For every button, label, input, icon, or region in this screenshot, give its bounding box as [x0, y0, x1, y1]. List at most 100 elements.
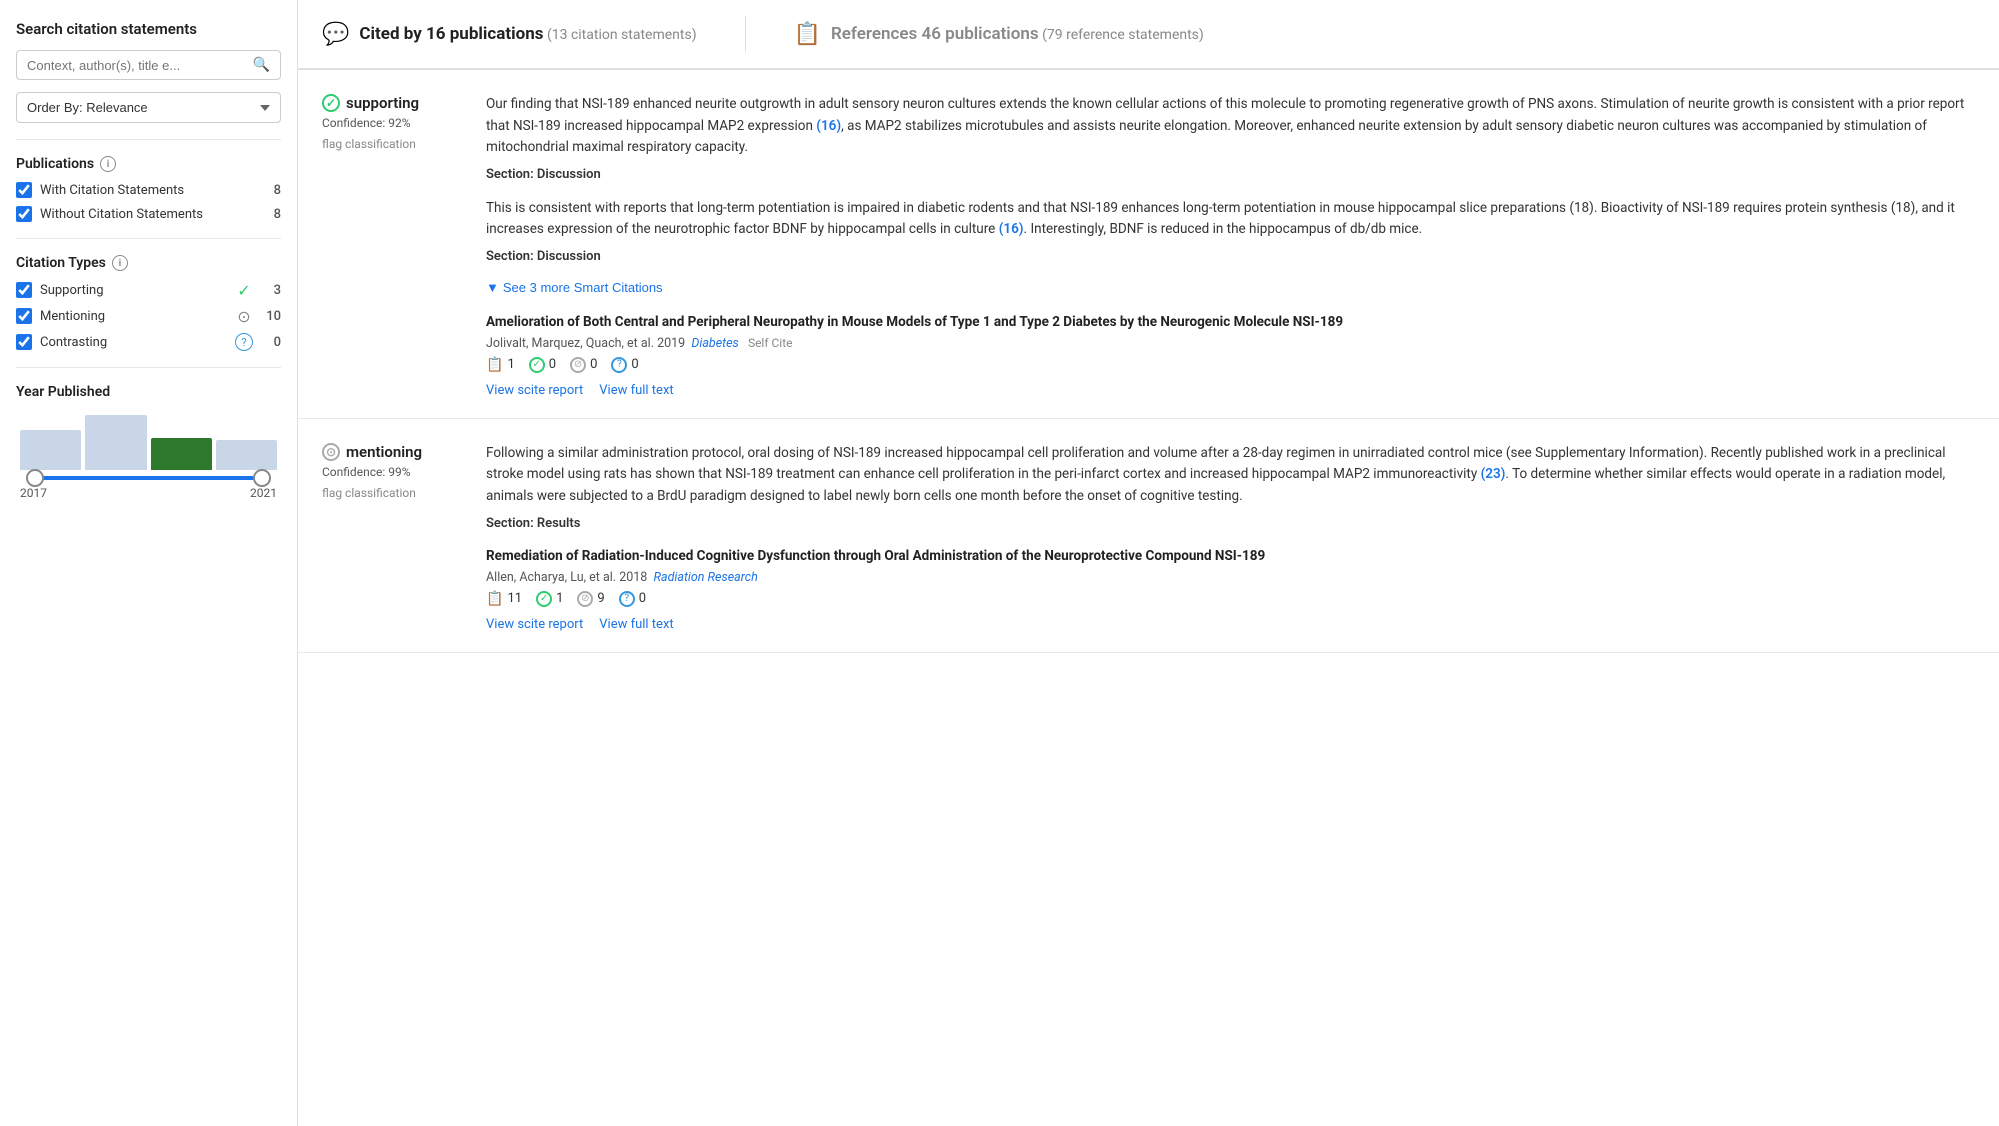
contrasting-count: 0 [261, 335, 281, 350]
stat-total-num-1: 1 [507, 357, 514, 372]
divider-1 [16, 139, 281, 140]
stat-check-icon-1: ✓ [529, 357, 545, 373]
stat-check-icon-2: ✓ [536, 591, 552, 607]
citation-link-23[interactable]: (23) [1481, 466, 1506, 482]
contrasting-label: Contrasting [40, 335, 227, 350]
stat-sup-num-1: 0 [549, 357, 556, 372]
flag-link-2[interactable]: flag classification [322, 486, 416, 500]
cited-by-icon: 💬 [322, 22, 349, 47]
action-links-1: View scite report View full text [486, 383, 1975, 398]
without-citation-checkbox[interactable] [16, 206, 32, 222]
year-bar [85, 415, 146, 470]
section-note-1b: Section: Discussion [486, 249, 1975, 264]
stat-row-2: 📋 11 ✓ 1 ⊘ 9 ? 0 [486, 591, 1975, 607]
card-text-2a: Following a similar administration proto… [486, 443, 1975, 508]
year-from: 2017 [20, 486, 47, 500]
stat-question-icon-1: ? [611, 357, 627, 373]
year-slider-right[interactable] [253, 469, 271, 487]
see-more-label: See 3 more Smart Citations [503, 280, 663, 295]
flag-link-1[interactable]: flag classification [322, 137, 416, 151]
year-bar [20, 430, 81, 470]
references-section[interactable]: 📋 References 46 publications (79 referen… [794, 22, 1204, 47]
search-box[interactable]: 🔍 [16, 50, 281, 80]
stat-con-num-2: 0 [639, 591, 646, 606]
stat-doc-icon-1: 📋 [486, 357, 503, 373]
supporting-type-icon-1: ✓ [322, 94, 340, 112]
order-by-select[interactable]: Order By: Relevance [16, 92, 281, 123]
pub-journal-1[interactable]: Diabetes [691, 336, 738, 351]
card-type-label-1: supporting [346, 94, 419, 112]
stat-doc-icon-2: 📋 [486, 591, 503, 607]
card-left-1: ✓ supporting Confidence: 92% flag classi… [322, 94, 462, 398]
pub-title-1: Amelioration of Both Central and Periphe… [486, 313, 1975, 332]
action-links-2: View scite report View full text [486, 617, 1975, 632]
stat-contrasting-1: ? 0 [611, 357, 638, 373]
search-icon: 🔍 [253, 57, 270, 73]
mentioning-row: Mentioning ⊙ 10 [16, 307, 281, 325]
stat-men-num-2: 9 [597, 591, 604, 606]
contrasting-checkbox[interactable] [16, 334, 32, 350]
contrasting-row: Contrasting ? 0 [16, 333, 281, 351]
card-right-2: Following a similar administration proto… [486, 443, 1975, 632]
publications-info-icon[interactable]: i [100, 156, 116, 172]
year-to: 2021 [250, 486, 277, 500]
view-scite-link-1[interactable]: View scite report [486, 383, 583, 398]
pub-authors-2: Allen, Acharya, Lu, et al. 2018 Radiatio… [486, 570, 1975, 585]
contrasting-icon: ? [235, 333, 253, 351]
without-citation-row: Without Citation Statements 8 [16, 206, 281, 222]
card-type-supporting-1: ✓ supporting [322, 94, 462, 112]
with-citation-count: 8 [274, 183, 281, 198]
card-confidence-2: Confidence: 99% [322, 465, 462, 479]
view-full-link-1[interactable]: View full text [599, 383, 673, 398]
year-slider-left[interactable] [26, 469, 44, 487]
card-right-1: Our finding that NSI-189 enhanced neurit… [486, 94, 1975, 398]
stat-contrasting-2: ? 0 [619, 591, 646, 607]
card-text-1b: This is consistent with reports that lon… [486, 198, 1975, 241]
year-bar [151, 438, 212, 470]
citation-link-16b[interactable]: (16) [999, 221, 1024, 237]
card-type-mentioning-2: ⊙ mentioning [322, 443, 462, 461]
card-type-label-2: mentioning [346, 443, 422, 461]
pub-block-2: Remediation of Radiation-Induced Cogniti… [486, 547, 1975, 632]
stat-mentioning-2: ⊘ 9 [577, 591, 604, 607]
main-header: 💬 Cited by 16 publications (13 citation … [298, 0, 1999, 70]
sidebar: Search citation statements 🔍 Order By: R… [0, 0, 298, 1126]
section-note-2: Section: Results [486, 516, 1975, 531]
cited-by-title: Cited by 16 publications [359, 24, 543, 44]
citation-types-info-icon[interactable]: i [112, 255, 128, 271]
view-scite-link-2[interactable]: View scite report [486, 617, 583, 632]
main-content: 💬 Cited by 16 publications (13 citation … [298, 0, 1999, 1126]
stat-total-1: 📋 1 [486, 357, 515, 373]
references-sub: (79 reference statements) [1042, 27, 1204, 43]
card-left-2: ⊙ mentioning Confidence: 99% flag classi… [322, 443, 462, 632]
view-full-link-2[interactable]: View full text [599, 617, 673, 632]
stat-row-1: 📋 1 ✓ 0 ⊘ 0 ? 0 [486, 357, 1975, 373]
card-text-1a: Our finding that NSI-189 enhanced neurit… [486, 94, 1975, 159]
year-bar [216, 440, 277, 470]
stat-question-icon-2: ? [619, 591, 635, 607]
section-note-1a: Section: Discussion [486, 167, 1975, 182]
supporting-count: 3 [261, 283, 281, 298]
cited-by-sub: (13 citation statements) [547, 27, 697, 43]
without-citation-count: 8 [274, 207, 281, 222]
citation-types-label: Citation Types i [16, 255, 281, 271]
supporting-checkbox[interactable] [16, 282, 32, 298]
chevron-down-icon: ▼ [486, 280, 499, 295]
stat-men-num-1: 0 [590, 357, 597, 372]
stat-total-2: 📋 11 [486, 591, 522, 607]
search-input[interactable] [27, 58, 249, 73]
with-citation-checkbox[interactable] [16, 182, 32, 198]
year-slider-track [28, 476, 269, 480]
pub-journal-2[interactable]: Radiation Research [654, 570, 758, 585]
supporting-icon: ✓ [235, 281, 253, 299]
cited-by-section[interactable]: 💬 Cited by 16 publications (13 citation … [322, 22, 697, 47]
see-more-button[interactable]: ▼ See 3 more Smart Citations [486, 280, 663, 295]
card-confidence-1: Confidence: 92% [322, 116, 462, 130]
mentioning-checkbox[interactable] [16, 308, 32, 324]
stat-con-num-1: 0 [631, 357, 638, 372]
mentioning-type-icon-2: ⊙ [322, 443, 340, 461]
pub-authors-1: Jolivalt, Marquez, Quach, et al. 2019 Di… [486, 336, 1975, 351]
supporting-row: Supporting ✓ 3 [16, 281, 281, 299]
citation-link-16a[interactable]: (16) [816, 118, 841, 134]
divider-3 [16, 367, 281, 368]
